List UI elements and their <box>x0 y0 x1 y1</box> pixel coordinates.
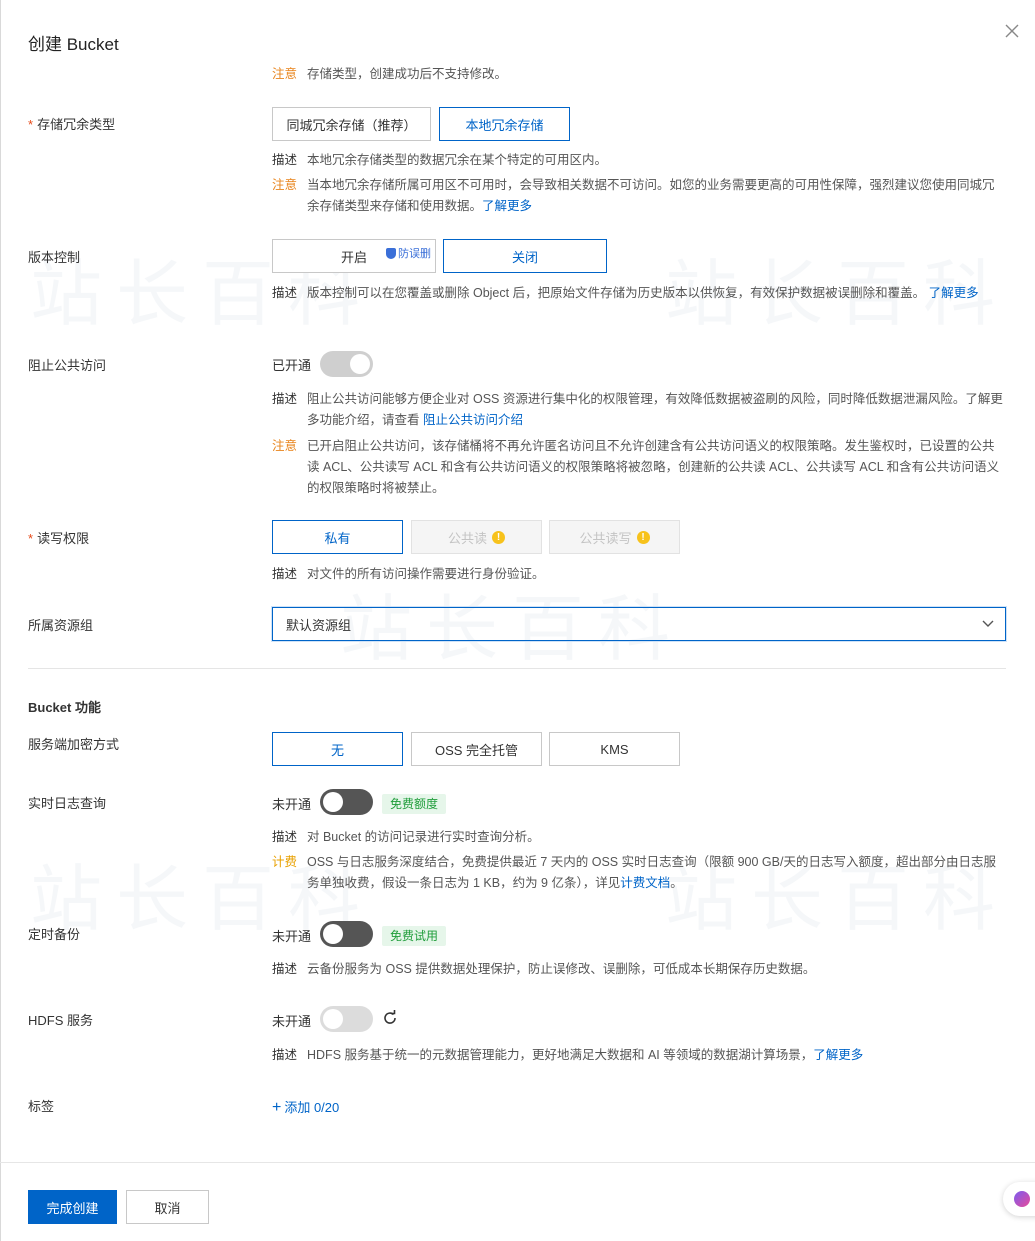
encryption-label: 服务端加密方式 <box>28 737 120 752</box>
divider <box>28 668 1006 669</box>
refresh-icon[interactable] <box>381 1009 399 1027</box>
encryption-option-kms[interactable]: KMS <box>549 732 680 766</box>
tags-label: 标签 <box>28 1099 55 1114</box>
resource-group-value: 默认资源组 <box>286 617 352 633</box>
free-quota-tag: 免费额度 <box>382 794 447 814</box>
block-public-status: 已开通 <box>272 358 312 373</box>
acl-option-public-read[interactable]: 公共读! <box>411 520 542 554</box>
redundancy-label: * 存储冗余类型 <box>28 117 116 132</box>
redundancy-learn-more-link[interactable]: 了解更多 <box>482 199 532 213</box>
encryption-option-oss[interactable]: OSS 完全托管 <box>411 732 542 766</box>
block-public-toggle[interactable] <box>320 351 373 377</box>
hdfs-toggle[interactable] <box>320 1006 373 1032</box>
hdfs-label: HDFS 服务 <box>28 1013 94 1028</box>
versioning-option-on[interactable]: 开启 防误删 <box>272 239 436 273</box>
dialog-title: 创建 Bucket <box>28 35 119 54</box>
assistant-icon[interactable] <box>1003 1182 1035 1216</box>
redundancy-warn: 注意 当本地冗余存储所属可用区不可用时，会导致相关数据不可访问。如您的业务需要更高… <box>272 178 995 213</box>
realtime-log-desc: 描述对 Bucket 的访问记录进行实时查询分析。 <box>272 830 540 844</box>
note-text: 存储类型，创建成功后不支持修改。 <box>307 67 508 81</box>
warning-icon: ! <box>636 530 650 544</box>
backup-status: 未开通 <box>272 929 312 944</box>
warning-icon: ! <box>492 530 505 544</box>
versioning-desc: 描述 版本控制可以在您覆盖或删除 Object 后，把原始文件存储为历史版本以供恢… <box>272 286 979 300</box>
versioning-option-off[interactable]: 关闭 <box>443 239 607 273</box>
close-icon[interactable] <box>1001 20 1023 42</box>
add-tag-button[interactable]: + 添加 0/20 <box>272 1097 339 1117</box>
backup-desc: 描述 云备份服务为 OSS 提供数据处理保护，防止误修改、误删除，可低成本长期保存… <box>272 962 816 976</box>
acl-option-public-read-write[interactable]: 公共读写! <box>549 520 680 554</box>
redundancy-desc: 描述 本地冗余存储类型的数据冗余在某个特定的可用区内。 <box>272 153 608 167</box>
shield-icon: 防误删 <box>386 245 431 261</box>
resource-group-label: 所属资源组 <box>28 618 94 633</box>
hdfs-status: 未开通 <box>272 1014 312 1029</box>
acl-desc: 描述 对文件的所有访问操作需要进行身份验证。 <box>272 567 545 581</box>
cancel-button[interactable]: 取消 <box>126 1190 209 1224</box>
left-edge <box>0 0 1 1241</box>
block-public-intro-link[interactable]: 阻止公共访问介绍 <box>423 413 523 427</box>
redundancy-option-lrs[interactable]: 本地冗余存储 <box>439 107 570 141</box>
chevron-down-icon <box>982 620 994 627</box>
realtime-log-toggle[interactable] <box>320 789 373 815</box>
acl-option-private[interactable]: 私有 <box>272 520 403 554</box>
hdfs-learn-more-link[interactable]: 了解更多 <box>813 1048 863 1062</box>
fee-doc-link[interactable]: 计费文档 <box>620 876 670 890</box>
acl-label: * 读写权限 <box>28 531 90 546</box>
backup-label: 定时备份 <box>28 927 81 942</box>
submit-button[interactable]: 完成创建 <box>28 1190 117 1224</box>
redundancy-option-zrs[interactable]: 同城冗余存储（推荐） <box>272 107 431 141</box>
footer-divider <box>0 1162 1035 1163</box>
free-trial-tag: 免费试用 <box>382 926 447 946</box>
block-public-desc: 描述 阻止公共访问能够方便企业对 OSS 资源进行集中化的权限管理，有效降低数据被… <box>272 392 1003 427</box>
storage-type-note: 注意 存储类型，创建成功后不支持修改。 <box>272 64 1007 85</box>
backup-toggle[interactable] <box>320 921 373 947</box>
note-key: 注意 <box>272 67 298 81</box>
plus-icon: + <box>272 1099 282 1116</box>
versioning-learn-more-link[interactable]: 了解更多 <box>929 286 979 300</box>
block-public-warn: 注意 已开启阻止公共访问，该存储桶将不再允许匿名访问且不允许创建含有公共访问语义的… <box>272 439 1000 495</box>
realtime-log-label: 实时日志查询 <box>28 796 107 811</box>
encryption-option-none[interactable]: 无 <box>272 732 403 766</box>
realtime-log-status: 未开通 <box>272 797 312 812</box>
versioning-label: 版本控制 <box>28 250 81 265</box>
block-public-label: 阻止公共访问 <box>28 358 107 373</box>
resource-group-select[interactable]: 默认资源组 <box>272 607 1006 641</box>
realtime-log-fee: 计费 OSS 与日志服务深度结合，免费提供最近 7 天内的 OSS 实时日志查询（… <box>272 855 996 890</box>
hdfs-desc: 描述 HDFS 服务基于统一的元数据管理能力，更好地满足大数据和 AI 等领域的数… <box>272 1048 864 1062</box>
features-title: Bucket 功能 <box>28 700 101 715</box>
